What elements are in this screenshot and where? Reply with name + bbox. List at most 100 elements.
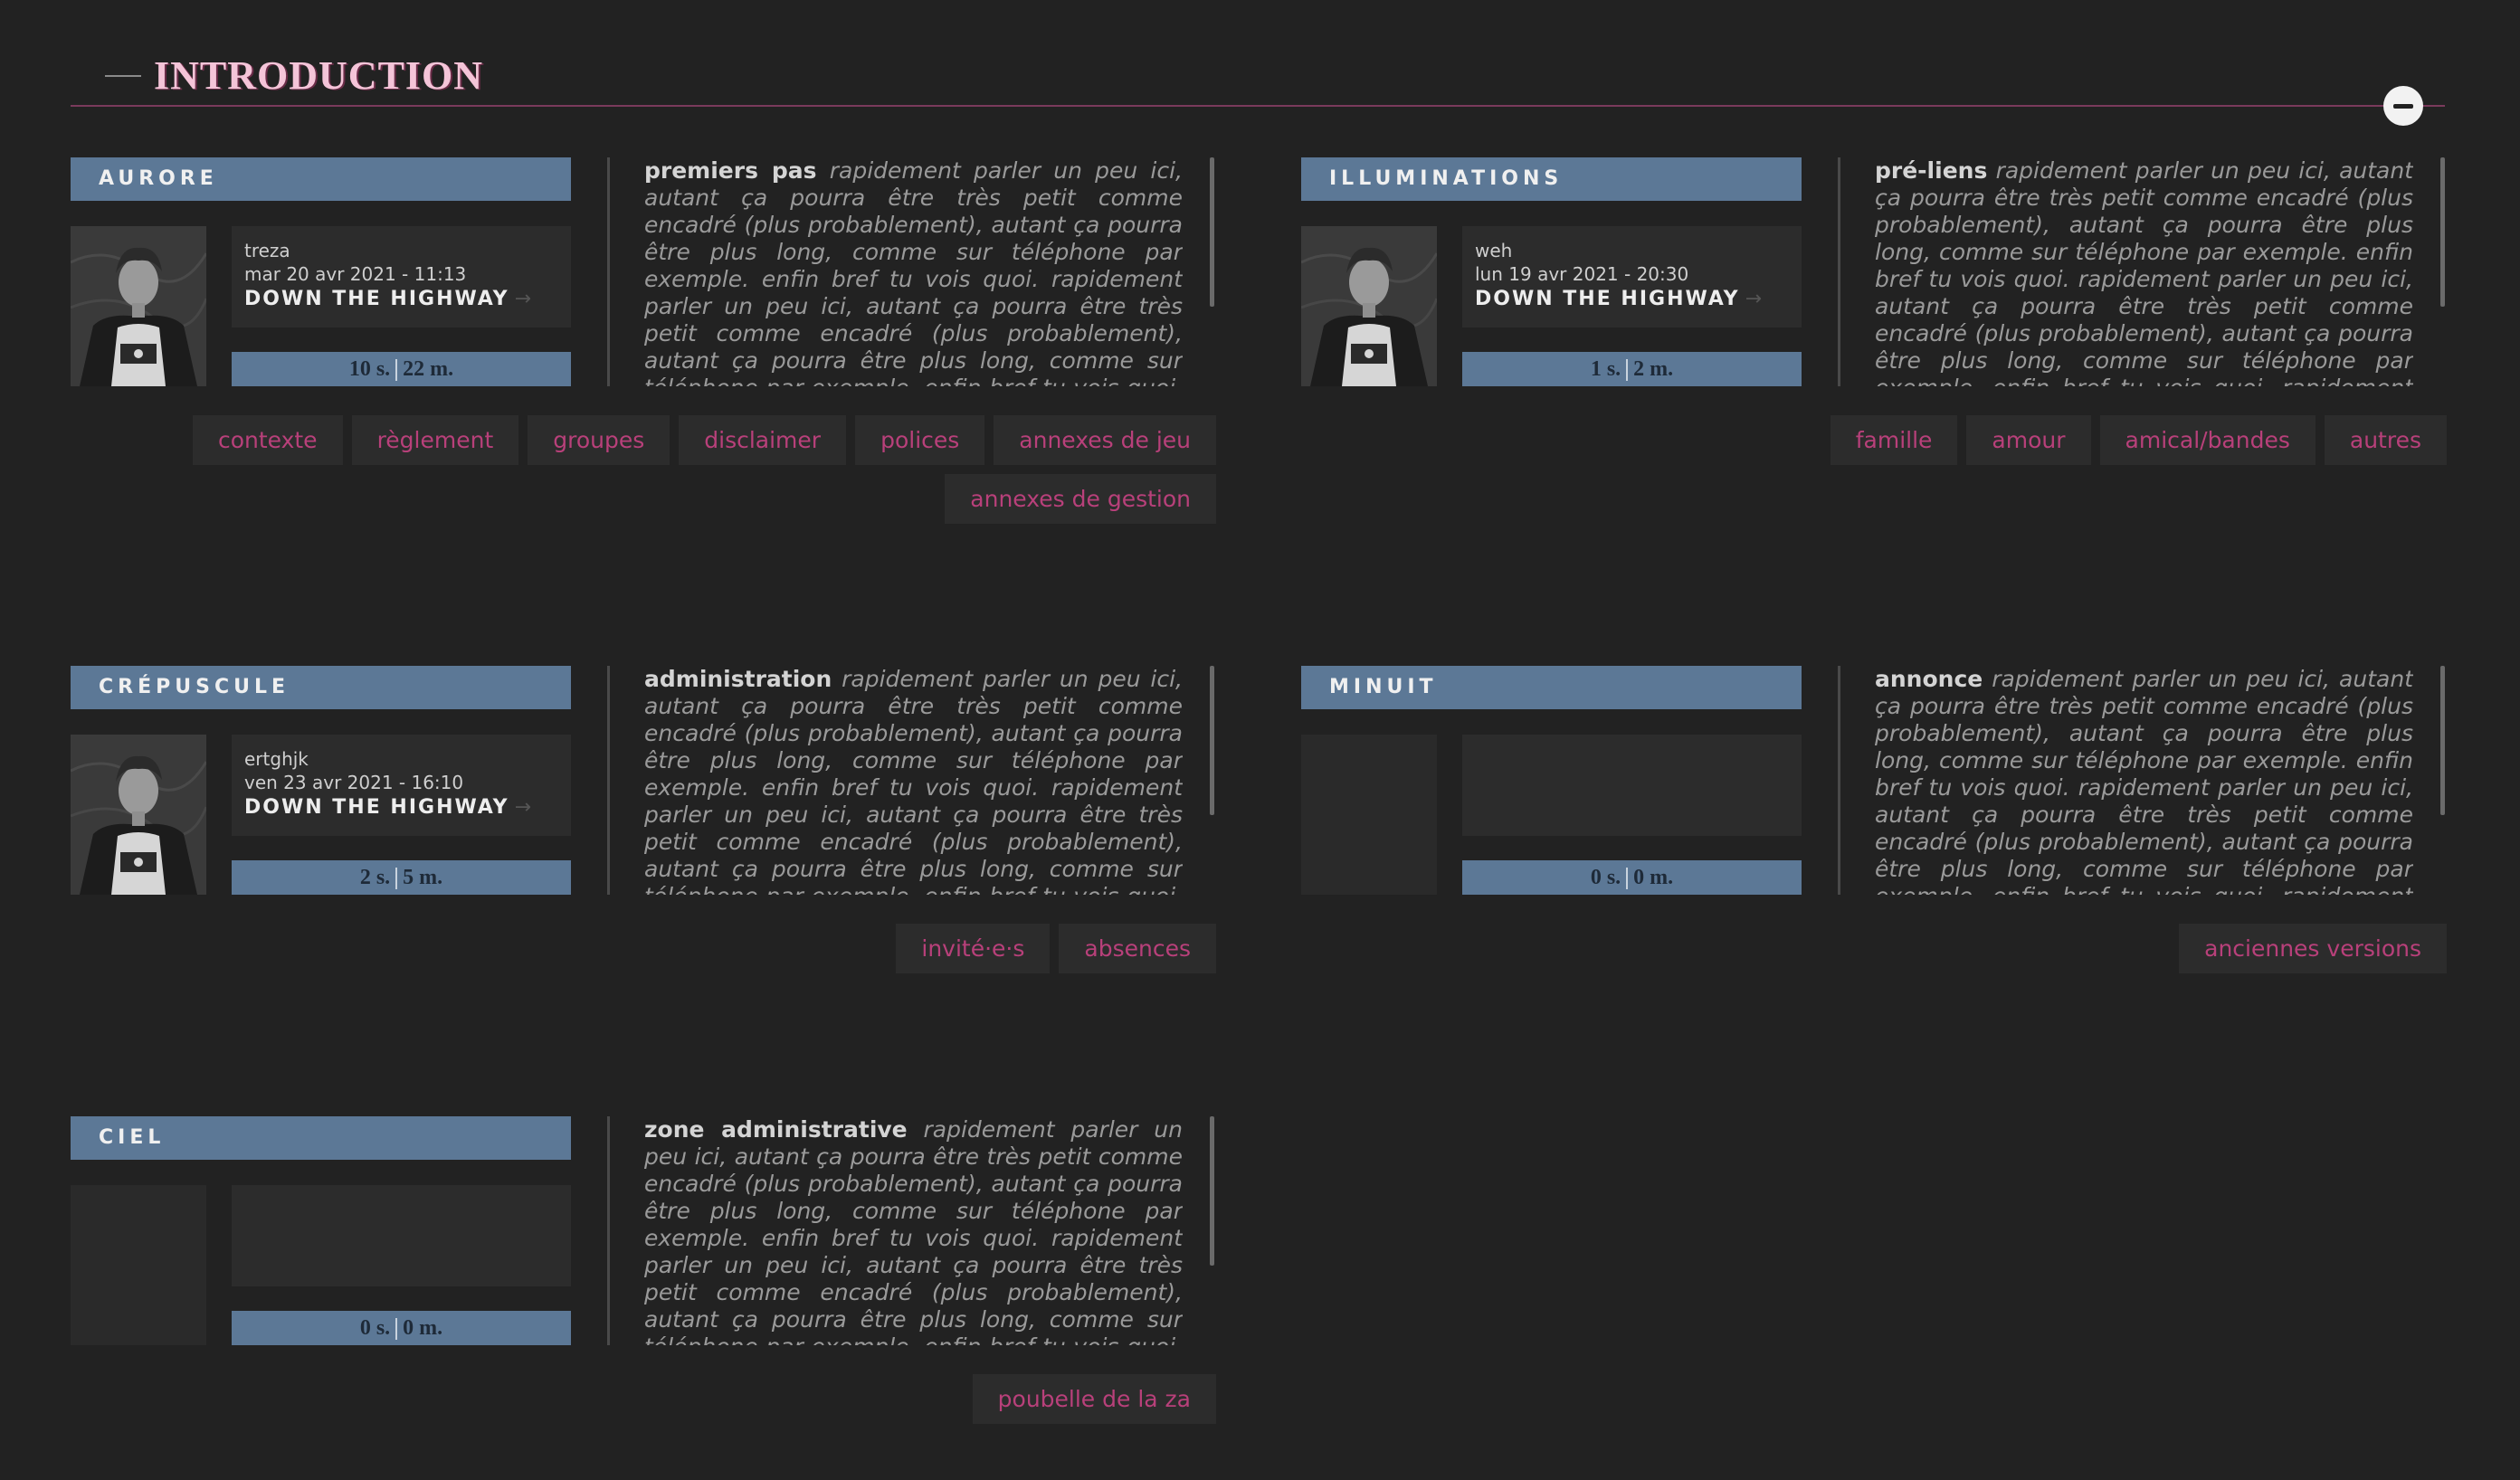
messages-count: 0 m.	[1633, 866, 1674, 889]
messages-count: 2 m.	[1633, 357, 1674, 381]
subjects-count: 0 s.	[359, 1316, 391, 1340]
forum-stats: 2 s. 5 m.	[232, 860, 571, 895]
portrait-image	[1301, 226, 1437, 386]
vertical-divider	[1838, 157, 1840, 386]
forum-description: pré-liens rapidement parler un peu ici, …	[1875, 157, 2413, 386]
subforum-link[interactable]: amour	[1966, 415, 2091, 465]
vertical-divider	[607, 666, 610, 895]
last-post-user[interactable]: ertghjk	[244, 747, 558, 771]
subforum-link[interactable]: anciennes versions	[2179, 924, 2447, 973]
category-title-wrap: INTRODUCTION	[105, 52, 483, 99]
last-post	[232, 1185, 571, 1286]
description-scrollbar[interactable]	[1210, 1116, 1214, 1266]
forum-title[interactable]: AURORE	[71, 157, 571, 201]
subjects-count: 2 s.	[359, 866, 391, 889]
description-scrollbar[interactable]	[1210, 666, 1214, 815]
subforum-link[interactable]: annexes de jeu	[994, 415, 1216, 465]
stats-separator	[1626, 359, 1629, 382]
subforum-link[interactable]: annexes de gestion	[945, 474, 1216, 524]
forum-name[interactable]: administration	[644, 666, 832, 692]
last-post: weh lun 19 avr 2021 - 20:30 DOWN THE HIG…	[1462, 226, 1802, 327]
avatar[interactable]	[1301, 226, 1437, 386]
description-scrollbar[interactable]	[2440, 666, 2445, 815]
forum-stats: 0 s. 0 m.	[1462, 860, 1802, 895]
subforum-link[interactable]: famille	[1830, 415, 1958, 465]
subforum-link[interactable]: règlement	[351, 415, 519, 465]
forum-stats: 10 s. 22 m.	[232, 352, 571, 386]
subforum-link[interactable]: poubelle de la za	[972, 1374, 1216, 1424]
subforum-link[interactable]: amical/bandes	[2099, 415, 2316, 465]
last-post-date: lun 19 avr 2021 - 20:30	[1475, 263, 1689, 285]
vertical-divider	[1838, 666, 1840, 895]
last-post-date: ven 23 avr 2021 - 16:10	[244, 772, 464, 793]
forum-description-text: rapidement parler un peu ici, autant ça …	[1875, 157, 2413, 386]
subforum-link[interactable]: autres	[2324, 415, 2447, 465]
stats-separator	[395, 359, 398, 382]
last-post: ertghjk ven 23 avr 2021 - 16:10 DOWN THE…	[232, 735, 571, 836]
subforum-link[interactable]: disclaimer	[679, 415, 847, 465]
forum-title[interactable]: CIEL	[71, 1116, 571, 1160]
subjects-count: 0 s.	[1590, 866, 1621, 889]
avatar[interactable]	[71, 735, 206, 895]
last-post-topic[interactable]: DOWN THE HIGHWAY →	[244, 794, 558, 821]
forum-name[interactable]: annonce	[1875, 666, 1983, 692]
forum-block-4: MINUIT 0 s. 0 m. annonce rapidement parle…	[1301, 666, 2447, 973]
stats-separator	[395, 1318, 398, 1341]
messages-count: 22 m.	[403, 357, 454, 381]
subforum-list: poubelle de la za	[71, 1374, 1216, 1424]
category-header: INTRODUCTION	[71, 45, 2445, 126]
avatar[interactable]	[71, 226, 206, 386]
subforum-list: invité·e·s absences	[71, 924, 1216, 973]
title-dash	[105, 74, 141, 77]
subforum-list: famille amour amical/bandes autres	[1301, 415, 2447, 465]
vertical-divider	[607, 1116, 610, 1345]
arrow-right-icon[interactable]: →	[1745, 288, 1762, 310]
forum-description: annonce rapidement parler un peu ici, au…	[1875, 666, 2413, 895]
last-post	[1462, 735, 1802, 836]
forum-name[interactable]: premiers pas	[644, 157, 817, 184]
description-scrollbar[interactable]	[2440, 157, 2445, 307]
forum-title[interactable]: MINUIT	[1301, 666, 1802, 709]
forum-index: INTRODUCTION AURORE treza mar 20 avr 202…	[0, 0, 2520, 1480]
forum-title[interactable]: CRÉPUSCULE	[71, 666, 571, 709]
forum-description-text: rapidement parler un peu ici, autant ça …	[1875, 666, 2413, 895]
last-post-date: mar 20 avr 2021 - 11:13	[244, 263, 467, 285]
subforum-link[interactable]: groupes	[528, 415, 670, 465]
last-post-user[interactable]: treza	[244, 239, 558, 262]
forum-description-text: rapidement parler un peu ici, autant ça …	[644, 157, 1183, 386]
messages-count: 5 m.	[403, 866, 443, 889]
forum-description: administration rapidement parler un peu …	[644, 666, 1183, 895]
vertical-divider	[607, 157, 610, 386]
avatar[interactable]	[1301, 735, 1437, 895]
description-scrollbar[interactable]	[1210, 157, 1214, 307]
forum-name[interactable]: pré-liens	[1875, 157, 1987, 184]
last-post-topic[interactable]: DOWN THE HIGHWAY →	[1475, 286, 1789, 313]
forum-name[interactable]: zone administrative	[644, 1116, 908, 1143]
forum-title[interactable]: ILLUMINATIONS	[1301, 157, 1802, 201]
last-post-topic-label[interactable]: DOWN THE HIGHWAY	[244, 288, 509, 310]
forum-block-2: ILLUMINATIONS weh lun 19 avr 2021 - 20:3…	[1301, 157, 2447, 465]
last-post-user[interactable]: weh	[1475, 239, 1789, 262]
forum-block-3: CRÉPUSCULE ertghjk ven 23 avr 2021 - 16:…	[71, 666, 1216, 973]
forum-block-1: AURORE treza mar 20 avr 2021 - 11:13 DOW…	[71, 157, 1216, 524]
avatar[interactable]	[71, 1185, 206, 1345]
subjects-count: 10 s.	[348, 357, 391, 381]
subforum-link[interactable]: contexte	[192, 415, 343, 465]
category-title: INTRODUCTION	[154, 53, 484, 98]
arrow-right-icon[interactable]: →	[515, 796, 531, 819]
forum-description: zone administrative rapidement parler un…	[644, 1116, 1183, 1345]
portrait-image	[71, 226, 206, 386]
forum-stats: 0 s. 0 m.	[232, 1311, 571, 1345]
last-post-topic-label[interactable]: DOWN THE HIGHWAY	[244, 796, 509, 819]
minus-circle-icon[interactable]	[2383, 86, 2423, 126]
subforum-link[interactable]: polices	[855, 415, 985, 465]
arrow-right-icon[interactable]: →	[515, 288, 531, 310]
last-post: treza mar 20 avr 2021 - 11:13 DOWN THE H…	[232, 226, 571, 327]
portrait-image	[71, 735, 206, 895]
last-post-topic-label[interactable]: DOWN THE HIGHWAY	[1475, 288, 1740, 310]
subforum-link[interactable]: absences	[1059, 924, 1216, 973]
subforum-list: contexte règlement groupes disclaimer police…	[71, 415, 1216, 524]
forum-stats: 1 s. 2 m.	[1462, 352, 1802, 386]
last-post-topic[interactable]: DOWN THE HIGHWAY →	[244, 286, 558, 313]
subforum-link[interactable]: invité·e·s	[896, 924, 1051, 973]
